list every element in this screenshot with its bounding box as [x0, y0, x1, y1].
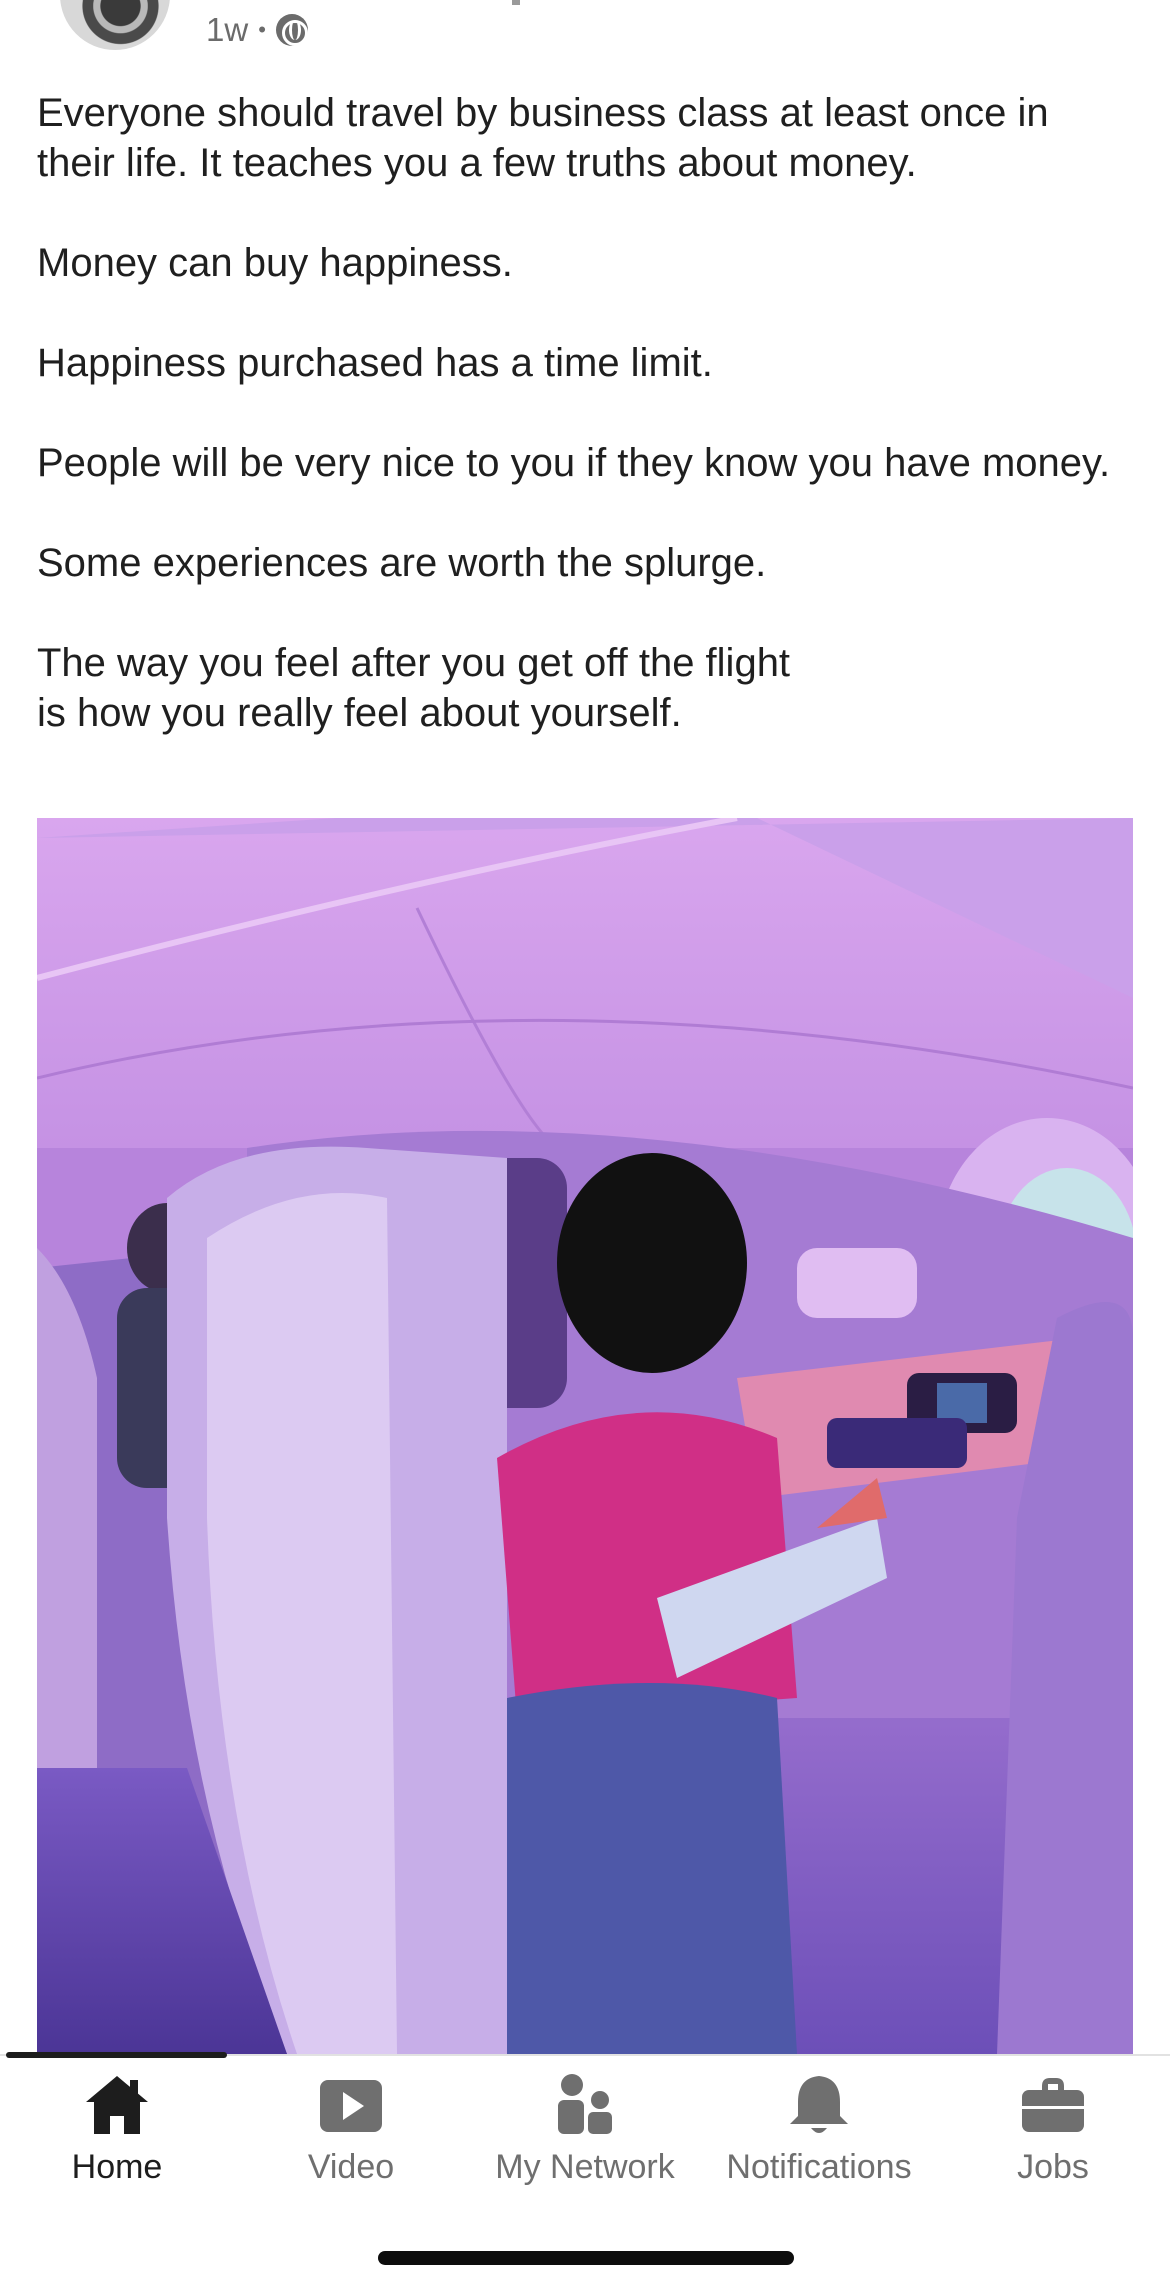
nav-jobs-label: Jobs [1017, 2148, 1089, 2186]
network-icon [550, 2070, 620, 2140]
meta-separator: • [258, 17, 266, 42]
video-icon [316, 2070, 386, 2140]
nav-jobs[interactable]: Jobs [936, 2058, 1170, 2208]
nav-my-network-label: My Network [495, 2148, 675, 2186]
bell-icon [784, 2070, 854, 2140]
globe-icon [275, 14, 308, 46]
nav-video[interactable]: Video [234, 2058, 468, 2208]
nav-my-network[interactable]: My Network [468, 2058, 702, 2208]
post-paragraph: Happiness purchased has a time limit. [37, 341, 713, 385]
cabin-photo-illustration [37, 818, 1133, 2054]
home-indicator-bar[interactable] [378, 2251, 794, 2265]
nav-home[interactable]: Home [0, 2058, 234, 2208]
post-time: 1w [206, 11, 249, 48]
post-paragraph: The way you feel after you get off the f… [37, 641, 791, 735]
nav-notifications-label: Notifications [726, 2148, 912, 2186]
post-header: 1w • [0, 0, 1170, 60]
nav-video-label: Video [307, 2148, 395, 2186]
post-paragraph: Money can buy happiness. [37, 241, 513, 285]
author-title-fragment [512, 0, 520, 5]
author-avatar[interactable] [60, 0, 170, 50]
bottom-nav: Home Video My Network Notifications Jobs [0, 2058, 1170, 2208]
home-icon [82, 2070, 152, 2140]
nav-notifications[interactable]: Notifications [702, 2058, 936, 2208]
post-paragraph: Some experiences are worth the splurge. [37, 541, 767, 585]
post-body: Everyone should travel by business class… [37, 88, 1137, 788]
post-paragraph: People will be very nice to you if they … [37, 441, 1111, 485]
post-meta: 1w • [206, 8, 308, 52]
nav-home-label: Home [71, 2148, 163, 2186]
post-paragraph: Everyone should travel by business class… [37, 91, 1049, 185]
post-photo[interactable] [37, 818, 1133, 2054]
briefcase-icon [1018, 2070, 1088, 2140]
